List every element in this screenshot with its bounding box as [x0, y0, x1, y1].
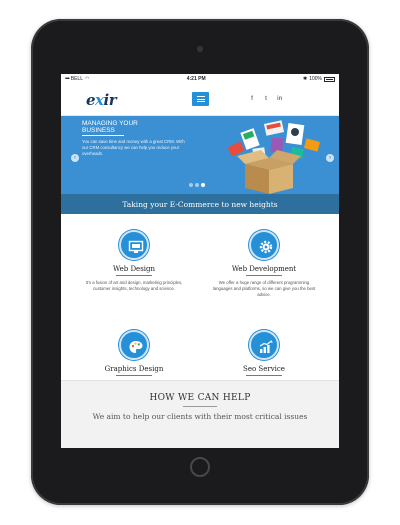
help-divider	[183, 406, 217, 407]
how-we-can-help-section: HOW WE CAN HELP We aim to help our clien…	[61, 380, 339, 448]
battery-icon	[324, 76, 335, 82]
home-button[interactable]	[190, 457, 210, 477]
hamburger-icon-bar	[196, 101, 205, 102]
tagline-text: Taking your E-Commerce to new heights	[122, 199, 278, 209]
slider-dots	[189, 183, 205, 187]
slider-dot-1[interactable]	[189, 183, 193, 187]
hero-divider	[82, 135, 124, 136]
palette-icon[interactable]	[119, 330, 149, 360]
hero-slider: MANAGING YOUR BUSINESS You can save time…	[61, 116, 339, 202]
service-underline	[246, 375, 282, 376]
service-description: We offer a huge range of different progr…	[212, 280, 316, 297]
bluetooth-icon: ✱	[303, 76, 308, 82]
slider-dot-2[interactable]	[195, 183, 199, 187]
hamburger-icon-bar	[196, 96, 205, 97]
service-underline	[116, 275, 152, 276]
hero-box-illustration	[227, 120, 321, 194]
battery-percent: 100%	[309, 76, 322, 82]
hamburger-icon-bar	[196, 98, 205, 100]
menu-button[interactable]	[192, 92, 209, 106]
twitter-icon[interactable]: t	[265, 96, 267, 102]
carrier-label: BELL	[70, 76, 83, 82]
status-time: 4:21 PM	[186, 76, 206, 82]
service-title: Web Development	[231, 265, 297, 273]
tablet-screen: ••••• BELL ◠ 4:21 PM ✱ 100% exir f t in …	[61, 74, 339, 448]
hero-text: You can save time and money with a great…	[82, 139, 185, 156]
camera-icon	[197, 46, 203, 52]
signal-icon: •••••	[65, 76, 70, 82]
service-title: Web Design	[112, 265, 156, 273]
service-description: It's a fusion of art and design, marketi…	[85, 280, 183, 291]
site-header: exir f t in	[61, 84, 339, 116]
growth-chart-icon[interactable]	[249, 330, 279, 360]
linkedin-icon[interactable]: in	[277, 96, 282, 102]
service-underline	[116, 375, 152, 376]
facebook-icon[interactable]: f	[251, 96, 253, 102]
hero-title: MANAGING YOUR BUSINESS	[82, 120, 138, 134]
service-title: Seo Service	[243, 365, 285, 373]
monitor-icon[interactable]	[119, 230, 149, 260]
help-subtitle: We aim to help our clients with their mo…	[92, 412, 308, 421]
service-title: Graphics Design	[104, 365, 164, 373]
gear-icon[interactable]	[249, 230, 279, 260]
slider-prev-button[interactable]: ‹	[71, 154, 79, 162]
help-title: HOW WE CAN HELP	[149, 393, 251, 403]
slider-dot-3[interactable]	[201, 183, 205, 187]
wifi-icon: ◠	[85, 76, 90, 82]
site-logo[interactable]: exir	[86, 91, 117, 109]
slider-next-button[interactable]: ›	[326, 154, 334, 162]
tagline-bar: Taking your E-Commerce to new heights	[61, 194, 339, 214]
service-underline	[246, 275, 282, 276]
status-bar: ••••• BELL ◠ 4:21 PM ✱ 100%	[61, 74, 339, 84]
